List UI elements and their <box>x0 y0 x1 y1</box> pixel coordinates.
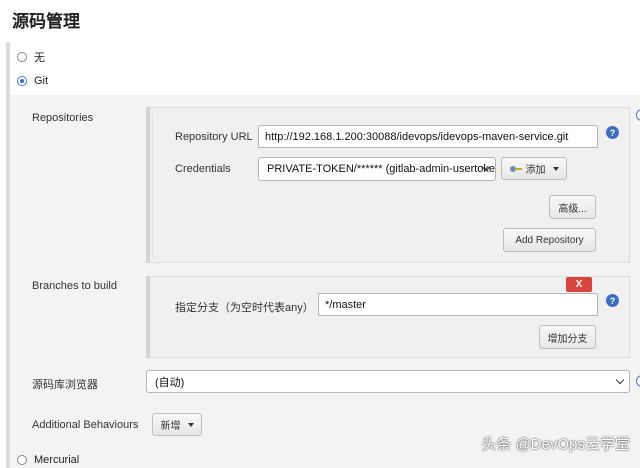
add-behaviour-label: 新增 <box>160 421 181 432</box>
watermark: 头条 @DevOps云学堂 <box>481 436 630 453</box>
help-icon-glyph: ? <box>609 127 616 138</box>
add-credentials-label: 添加 <box>525 165 546 176</box>
help-icon[interactable]: ? <box>606 126 619 139</box>
credentials-value: PRIVATE-TOKEN/****** (gitlab-admin-usert… <box>267 163 496 175</box>
scm-option-git-label: Git <box>34 75 49 87</box>
advanced-button-label: 高级... <box>558 203 587 215</box>
caret-down-icon <box>187 422 194 427</box>
branch-specifier-input[interactable]: */master <box>318 293 598 316</box>
repository-browser-select[interactable]: (自动) <box>146 370 630 393</box>
repository-url-input[interactable]: http://192.168.1.200:30088/idevops/idevo… <box>258 125 598 148</box>
scm-option-mercurial[interactable]: Mercurial <box>17 454 79 466</box>
radio-none[interactable] <box>17 52 27 62</box>
add-repository-label: Add Repository <box>515 234 584 246</box>
branch-specifier-label: 指定分支（为空时代表any） <box>175 302 314 314</box>
add-credentials-button[interactable]: 添加 <box>501 157 567 180</box>
delete-branch-label: X <box>575 279 583 290</box>
repository-url-value: http://192.168.1.200:30088/idevops/idevo… <box>265 130 569 143</box>
caret-down-icon <box>552 166 559 171</box>
delete-branch-button[interactable]: X <box>566 277 592 292</box>
repository-browser-label: 源码库浏览器 <box>32 379 98 391</box>
scm-option-mercurial-label: Mercurial <box>34 454 80 466</box>
scm-option-none-label: 无 <box>34 52 45 64</box>
radio-mercurial[interactable] <box>17 455 27 465</box>
branches-label: Branches to build <box>32 280 117 292</box>
scm-option-git[interactable]: Git <box>17 75 48 87</box>
repositories-label: Repositories <box>32 112 94 124</box>
branch-specifier-value: */master <box>325 298 366 311</box>
page-title: 源码管理 <box>12 12 80 31</box>
add-branch-button[interactable]: 增加分支 <box>539 325 596 349</box>
key-icon <box>509 165 522 172</box>
repository-box-bar <box>146 107 150 263</box>
branch-box-bar <box>146 276 150 358</box>
repository-url-label: Repository URL <box>175 131 253 143</box>
radio-git[interactable] <box>17 76 27 86</box>
additional-behaviours-label: Additional Behaviours <box>32 419 139 431</box>
add-repository-button[interactable]: Add Repository <box>503 228 596 252</box>
add-behaviour-button[interactable]: 新增 <box>152 413 202 436</box>
credentials-select[interactable]: PRIVATE-TOKEN/****** (gitlab-admin-usert… <box>258 157 496 181</box>
help-icon-glyph: ? <box>609 295 616 306</box>
repository-browser-value: (自动) <box>155 376 185 389</box>
advanced-button[interactable]: 高级... <box>549 195 596 219</box>
add-branch-label: 增加分支 <box>547 333 588 345</box>
credentials-label: Credentials <box>175 163 231 175</box>
scm-option-none[interactable]: 无 <box>17 49 45 65</box>
help-icon[interactable]: ? <box>606 294 619 307</box>
